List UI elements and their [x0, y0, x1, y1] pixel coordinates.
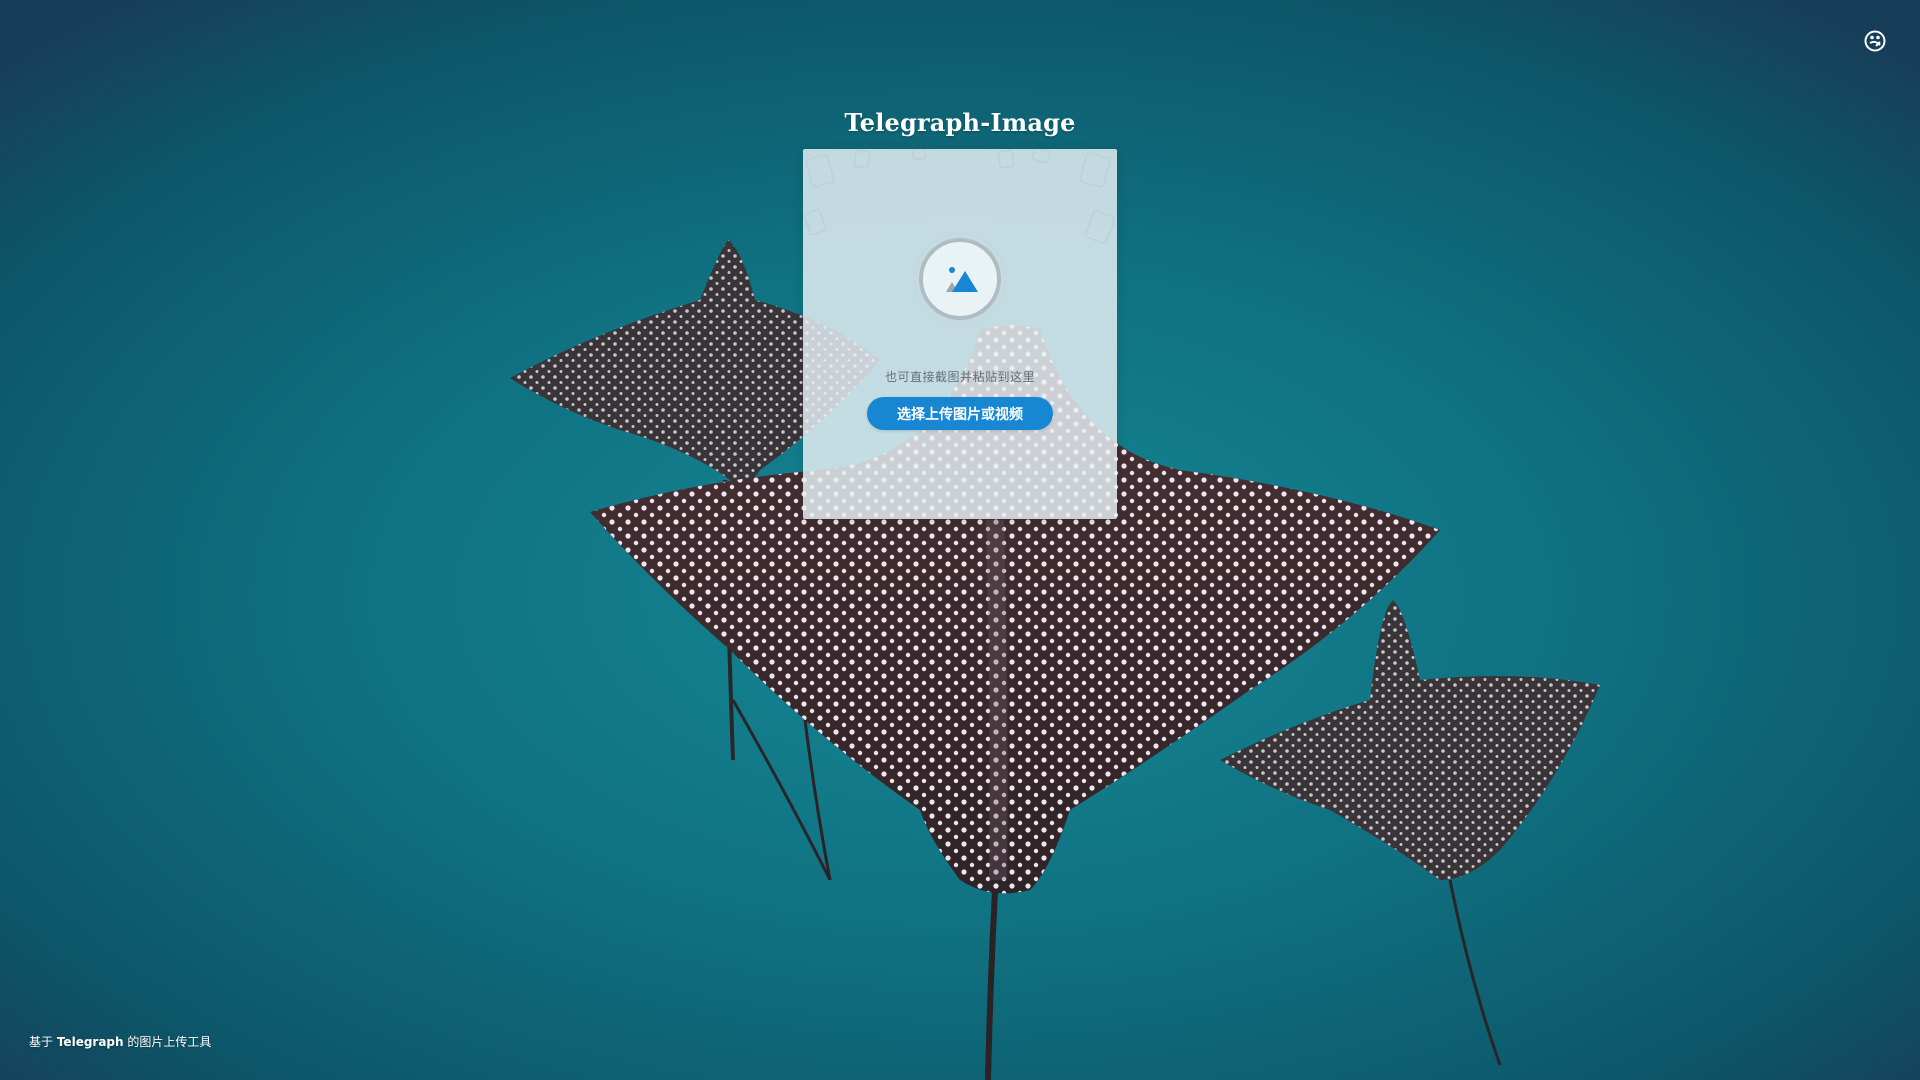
footer-credit: 基于 Telegraph 的图片上传工具: [29, 1033, 211, 1050]
palette-icon[interactable]: [1862, 28, 1888, 54]
image-upload-icon[interactable]: [912, 231, 1008, 327]
footer-suffix: 的图片上传工具: [127, 1035, 212, 1049]
footer-brand-link[interactable]: Telegraph: [57, 1035, 124, 1049]
paste-hint: 也可直接截图并粘贴到这里: [884, 370, 1035, 384]
select-upload-button[interactable]: 选择上传图片或视频: [867, 397, 1053, 430]
footer-prefix: 基于: [29, 1035, 54, 1049]
upload-dropzone[interactable]: 也可直接截图并粘贴到这里 选择上传图片或视频: [803, 149, 1117, 519]
page-title: Telegraph-Image: [844, 108, 1076, 137]
